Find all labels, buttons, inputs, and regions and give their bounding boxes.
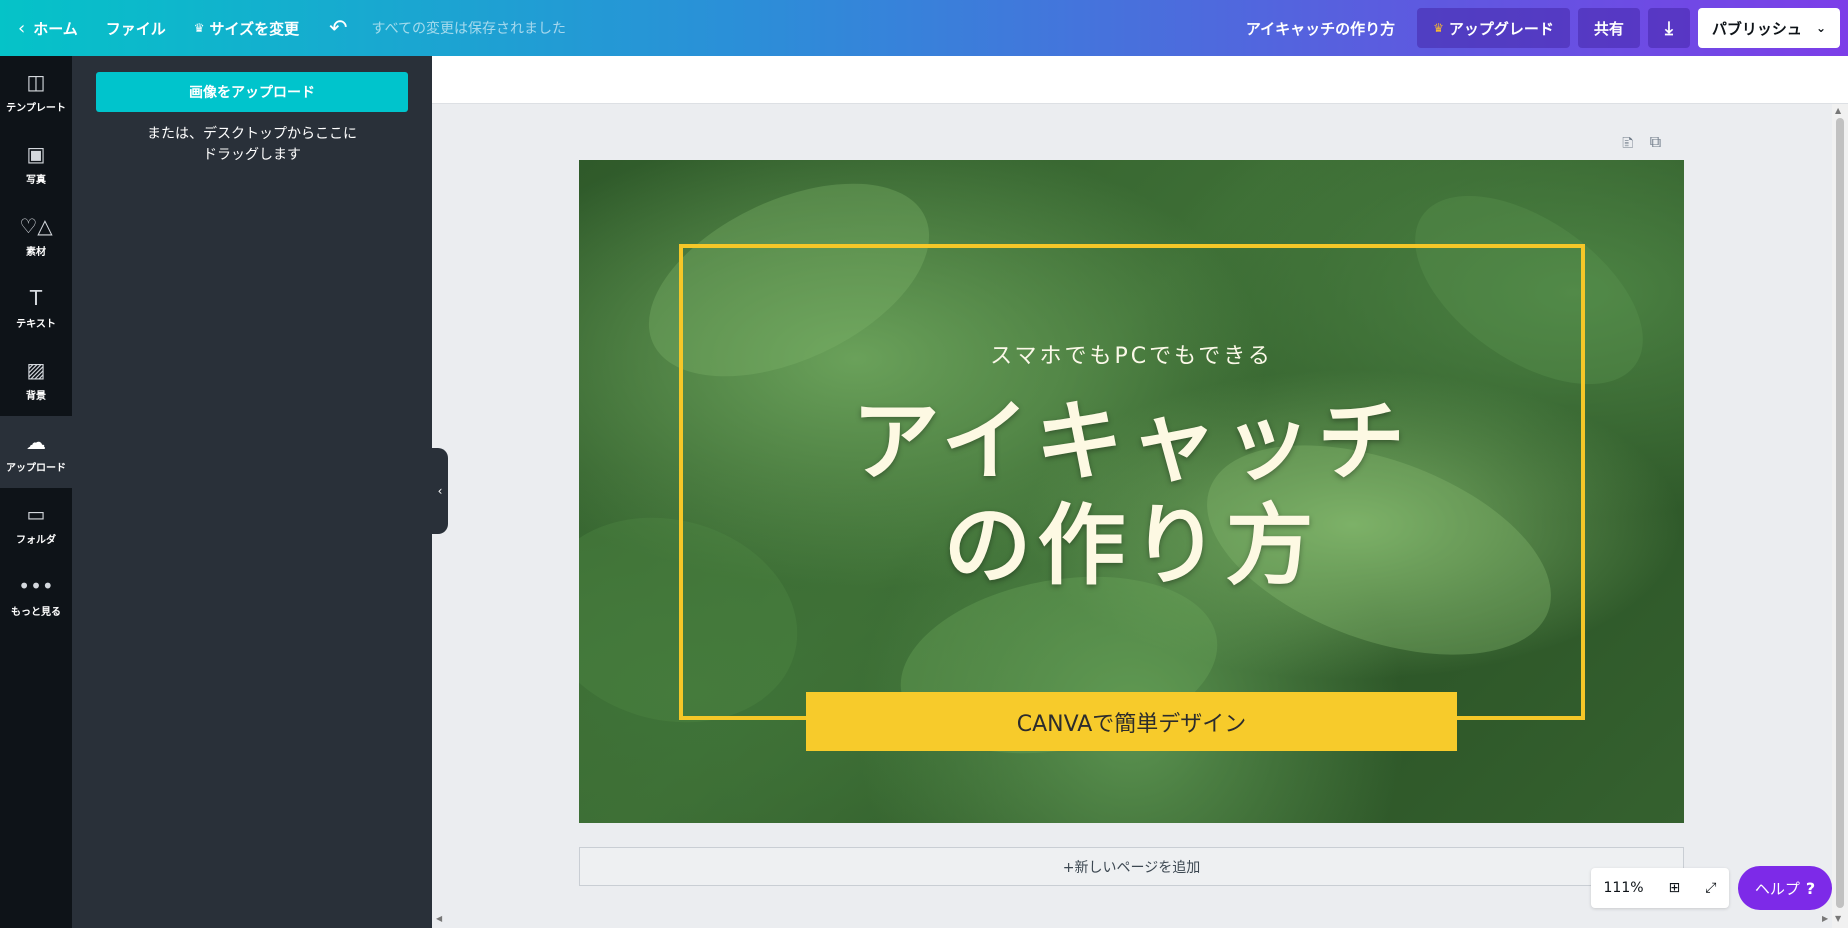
chevron-down-icon: ⌄ xyxy=(1815,21,1826,35)
shapes-icon: ♡△ xyxy=(19,213,53,238)
design-canvas[interactable]: スマホでもPCでもできる アイキャッチ の作り方 CANVAで簡単デザイン xyxy=(579,160,1684,823)
upload-image-button[interactable]: 画像をアップロード xyxy=(96,72,408,112)
publish-button[interactable]: パブリッシュ ⌄ xyxy=(1697,8,1840,48)
pattern-icon: ▨ xyxy=(26,357,46,382)
zoom-controls: 111% ⊞ ⤢ xyxy=(1591,868,1729,908)
scroll-right-icon[interactable]: ▶ xyxy=(1822,914,1828,923)
file-label: ファイル xyxy=(105,19,166,38)
file-menu-button[interactable]: ファイル xyxy=(92,0,180,56)
crown-icon: ♛ xyxy=(193,21,205,35)
fullscreen-icon[interactable]: ⤢ xyxy=(1705,880,1716,896)
duplicate-page-icon[interactable]: ⧉ xyxy=(1650,132,1661,159)
headline-line-1: アイキャッチ xyxy=(851,390,1412,493)
banner-text: CANVAで簡単デザイン xyxy=(1016,711,1247,737)
rail-item-label: テンプレート xyxy=(6,102,66,114)
rail-item-background[interactable]: ▨ 背景 xyxy=(0,344,72,416)
download-button[interactable]: ⤓ xyxy=(1647,8,1690,48)
image-icon: ▣ xyxy=(26,141,46,166)
crown-icon: ♛ xyxy=(1433,21,1444,35)
rail-item-label: 背景 xyxy=(26,390,46,402)
home-button[interactable]: ‹ ホーム xyxy=(0,0,92,56)
rail-item-elements[interactable]: ♡△ 素材 xyxy=(0,200,72,272)
more-icon: ••• xyxy=(18,573,54,598)
editor-toolbar xyxy=(432,56,1848,104)
rail-item-more[interactable]: ••• もっと見る xyxy=(0,560,72,632)
chevron-left-icon: ‹ xyxy=(437,484,443,498)
side-nav-rail: ◫ テンプレート ▣ 写真 ♡△ 素材 T テキスト ▨ 背景 ☁ アップロード… xyxy=(0,56,72,928)
text-icon: T xyxy=(29,285,43,310)
upgrade-label: アップグレード xyxy=(1448,19,1554,38)
add-page-button[interactable]: +新しいページを追加 xyxy=(579,847,1684,886)
rail-item-text[interactable]: T テキスト xyxy=(0,272,72,344)
document-title[interactable]: アイキャッチの作り方 xyxy=(1232,18,1409,39)
chevron-left-icon: ‹ xyxy=(18,17,26,39)
share-label: 共有 xyxy=(1593,19,1624,38)
rail-item-label: アップロード xyxy=(6,462,66,474)
rail-item-label: フォルダ xyxy=(16,534,56,546)
zoom-level[interactable]: 111% xyxy=(1604,880,1644,896)
save-status: すべての変更は保存されました xyxy=(371,21,567,37)
resize-label: サイズを変更 xyxy=(209,19,300,38)
share-button[interactable]: 共有 xyxy=(1577,8,1640,48)
uploads-panel: 画像をアップロード または、デスクトップからここに ドラッグします xyxy=(72,56,432,928)
cloud-upload-icon: ☁ xyxy=(26,429,46,454)
scroll-up-icon[interactable]: ▲ xyxy=(1835,106,1841,115)
help-mark: ? xyxy=(1805,878,1816,898)
undo-button[interactable]: ↶ xyxy=(313,0,363,56)
hint-line-1: または、デスクトップからここに xyxy=(147,126,357,142)
vertical-scrollbar[interactable]: ▲ ▼ xyxy=(1832,104,1848,928)
scroll-down-icon[interactable]: ▼ xyxy=(1835,914,1841,923)
collapse-panel-button[interactable]: ‹ xyxy=(432,448,448,534)
help-button[interactable]: ヘルプ ? xyxy=(1738,866,1832,910)
rail-item-templates[interactable]: ◫ テンプレート xyxy=(0,56,72,128)
rail-item-photos[interactable]: ▣ 写真 xyxy=(0,128,72,200)
rail-item-label: 素材 xyxy=(26,246,46,258)
home-label: ホーム xyxy=(33,19,78,38)
help-label: ヘルプ xyxy=(1754,879,1800,898)
upgrade-button[interactable]: ♛ アップグレード xyxy=(1417,8,1570,48)
undo-icon: ↶ xyxy=(329,15,348,41)
design-subtitle[interactable]: スマホでもPCでもできる xyxy=(579,338,1684,370)
note-icon[interactable]: 🗈 xyxy=(1622,132,1634,159)
grid-view-icon[interactable]: ⊞ xyxy=(1669,880,1681,896)
layout-icon: ◫ xyxy=(26,69,46,94)
publish-label: パブリッシュ xyxy=(1711,19,1802,38)
scrollbar-thumb[interactable] xyxy=(1836,118,1844,908)
folder-icon: ▭ xyxy=(26,501,46,526)
hint-line-2: ドラッグします xyxy=(203,147,301,163)
rail-item-label: 写真 xyxy=(26,174,46,186)
resize-button[interactable]: ♛ サイズを変更 xyxy=(180,0,313,56)
drag-drop-hint: または、デスクトップからここに ドラッグします xyxy=(96,124,408,166)
download-icon: ⤓ xyxy=(1664,17,1673,39)
design-banner[interactable]: CANVAで簡単デザイン xyxy=(806,692,1457,751)
page-actions: 🗈 ⧉ xyxy=(1622,132,1661,159)
rail-item-folders[interactable]: ▭ フォルダ xyxy=(0,488,72,560)
top-bar: ‹ ホーム ファイル ♛ サイズを変更 ↶ すべての変更は保存されました アイキ… xyxy=(0,0,1848,56)
headline-line-2: の作り方 xyxy=(943,494,1320,597)
rail-item-label: もっと見る xyxy=(11,606,61,618)
design-headline[interactable]: アイキャッチ の作り方 xyxy=(579,390,1684,598)
scroll-left-icon[interactable]: ◀ xyxy=(436,914,442,923)
rail-item-uploads[interactable]: ☁ アップロード xyxy=(0,416,72,488)
rail-item-label: テキスト xyxy=(16,318,56,330)
